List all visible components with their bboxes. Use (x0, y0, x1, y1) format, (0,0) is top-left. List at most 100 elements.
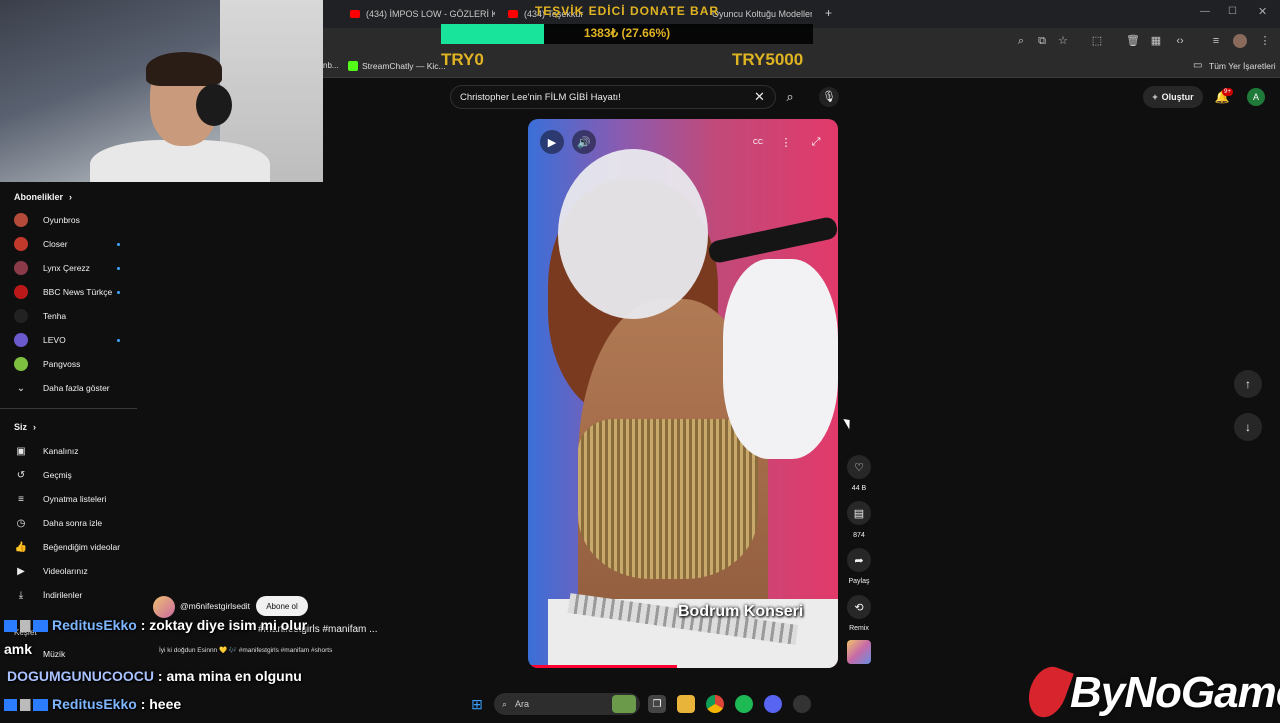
new-content-dot (117, 266, 120, 270)
windows-start-icon[interactable]: ⊞ (468, 695, 486, 713)
sidebar-item-you[interactable]: ≡ Oynatma listeleri (0, 487, 140, 511)
sidebar-item-label: Oyunbros (43, 215, 80, 225)
bookmark-partial[interactable]: nb... (323, 61, 339, 70)
playlist-icon: ≡ (18, 493, 24, 505)
sidebar-item-label: Beğendiğim videolar (43, 542, 121, 552)
clear-search-icon[interactable]: ✕ (754, 89, 765, 105)
more-vert-icon[interactable]: ⋮ (774, 130, 798, 154)
create-button[interactable]: + Oluştur (1143, 86, 1203, 108)
sidebar-item-music[interactable]: Müzik (43, 649, 65, 659)
subscribe-button[interactable]: Abone ol (256, 596, 308, 616)
bynogame-logo-mark (1022, 661, 1074, 723)
all-bookmarks-link[interactable]: Tüm Yer İşaretleri (1209, 61, 1276, 71)
sidebar-item-you[interactable]: 👍 Beğendiğim videolar (0, 535, 140, 559)
minimize-icon[interactable]: — (1200, 6, 1210, 17)
steam-icon[interactable] (793, 695, 811, 713)
new-content-dot (117, 242, 120, 246)
channel-avatar[interactable] (153, 596, 175, 618)
sidebar-item-subscription[interactable]: LEVO (0, 328, 140, 352)
captions-icon[interactable]: CC (746, 130, 770, 154)
comment-icon: ▤ (853, 507, 865, 520)
next-short-button[interactable]: ↓ (1234, 413, 1262, 441)
volume-icon[interactable]: 🔊 (572, 130, 596, 154)
fullscreen-icon[interactable]: ⤢ (804, 130, 828, 154)
channel-name[interactable]: @m6nifestgirlsedit (180, 601, 250, 611)
tab-search-icon[interactable]: ≡ (1209, 34, 1223, 48)
sound-thumbnail[interactable] (847, 640, 871, 664)
like-button[interactable]: ♡ (847, 455, 871, 479)
shorts-video-player[interactable]: ▶ 🔊 CC ⋮ ⤢ Bodrum Konseri (528, 119, 838, 668)
channel-avatar-icon (14, 285, 28, 299)
webcam-overlay (0, 0, 323, 182)
sidebar-item-label: BBC News Türkçe (43, 287, 113, 297)
sidebar-item-you[interactable]: ↺ Geçmiş (0, 463, 140, 487)
channel-avatar-icon (14, 357, 28, 371)
sidebar-divider (0, 408, 137, 409)
browser-menu-icon[interactable]: ⋮ (1258, 34, 1272, 48)
task-view-icon[interactable]: ❐ (648, 695, 666, 713)
subscriptions-heading[interactable]: Abonelikler › (14, 192, 72, 202)
sidebar-item-label: Geçmiş (43, 470, 72, 480)
show-more-label: Daha fazla göster (43, 383, 110, 393)
sidebar-item-you[interactable]: ▣ Kanalınız (0, 439, 140, 463)
chrome-icon[interactable] (706, 695, 724, 713)
file-explorer-icon[interactable] (677, 695, 695, 713)
play-icon[interactable]: ▶ (540, 130, 564, 154)
spotify-icon[interactable] (735, 695, 753, 713)
sound-attribution[interactable]: İyi ki doğdun Esinnn 💛 🎶 #manifestgirls … (159, 646, 332, 654)
chat-username: DOGUMGUNUCOOCU (7, 668, 154, 684)
new-content-dot (117, 338, 120, 342)
donation-bar-fill (441, 24, 544, 44)
bookmark-star-icon[interactable]: ☆ (1056, 34, 1070, 48)
video-figure-top (578, 419, 758, 579)
account-avatar[interactable]: A (1247, 88, 1265, 106)
sidebar-item-label: Daha sonra izle (43, 518, 103, 528)
discord-icon[interactable] (764, 695, 782, 713)
sidebar-item-subscription[interactable]: Pangvoss (0, 352, 140, 376)
share-button[interactable]: ➦ (847, 548, 871, 572)
trash-icon[interactable]: 🗑 (1126, 34, 1140, 48)
sidebar-item-subscription[interactable]: Closer (0, 232, 140, 256)
search-icon[interactable]: ⌕ (780, 87, 800, 107)
video-fur-hat (558, 149, 708, 319)
sidebar-item-subscription[interactable]: Oyunbros (0, 208, 140, 232)
video-caption: Bodrum Konseri (678, 603, 804, 620)
folder-icon: ▭ (1193, 60, 1203, 71)
chat-message: ReditusEkko : heee (4, 696, 181, 712)
window-close-icon[interactable]: ✕ (1258, 5, 1267, 18)
sidebar-item-you[interactable]: ⤓ İndirilenler (0, 583, 140, 607)
previous-short-button[interactable]: ↑ (1234, 370, 1262, 398)
chat-message: DOGUMGUNUCOOCU : ama mina en olgunu (7, 668, 302, 684)
search-input[interactable]: Christopher Lee'nin FİLM GİBİ Hayatı! (450, 85, 776, 109)
profile-avatar-icon[interactable] (1233, 34, 1247, 48)
bookmark-streamchatly[interactable]: StreamChatly — Kic... (362, 61, 446, 71)
sidebar: Abonelikler › Oyunbros Closer Lynx Çerezz B… (0, 182, 140, 682)
install-app-icon[interactable]: ⧉ (1035, 34, 1049, 48)
chat-text: : heee (140, 696, 182, 712)
chat-username: ReditusEkko (52, 696, 137, 712)
sidebar-item-you[interactable]: ◷ Daha sonra izle (0, 511, 140, 535)
sidebar-item-you[interactable]: ▶ Videolarınız (0, 559, 140, 583)
new-tab-button[interactable]: + (825, 6, 832, 20)
zoom-icon[interactable]: ⌕ (1014, 34, 1028, 48)
weather-widget-icon[interactable] (612, 695, 636, 713)
video-progress-bar[interactable] (528, 665, 677, 668)
devtools-icon[interactable]: ‹› (1173, 34, 1187, 48)
remix-button[interactable]: ⟲ (847, 595, 871, 619)
you-heading[interactable]: Siz › (14, 422, 36, 432)
clock-icon: ◷ (16, 517, 26, 529)
sidebar-item-subscription[interactable]: BBC News Türkçe (0, 280, 140, 304)
chat-badges-icon (4, 699, 48, 712)
show-more-button[interactable]: ⌄ Daha fazla göster (0, 376, 140, 400)
comment-count: 874 (853, 532, 865, 539)
comments-button[interactable]: ▤ (847, 501, 871, 525)
maximize-icon[interactable]: ☐ (1228, 6, 1237, 17)
sidebar-item-subscription[interactable]: Lynx Çerezz (0, 256, 140, 280)
sidebar-item-label: LEVO (43, 335, 66, 345)
extensions-icon[interactable]: ⬚ (1090, 34, 1104, 48)
sidebar-item-subscription[interactable]: Tenha (0, 304, 140, 328)
mouse-cursor-icon (843, 416, 854, 430)
microphone-icon[interactable]: 🎙 (819, 87, 839, 107)
video-icon: ▶ (17, 565, 25, 577)
grid-icon[interactable]: ▦ (1149, 34, 1163, 48)
